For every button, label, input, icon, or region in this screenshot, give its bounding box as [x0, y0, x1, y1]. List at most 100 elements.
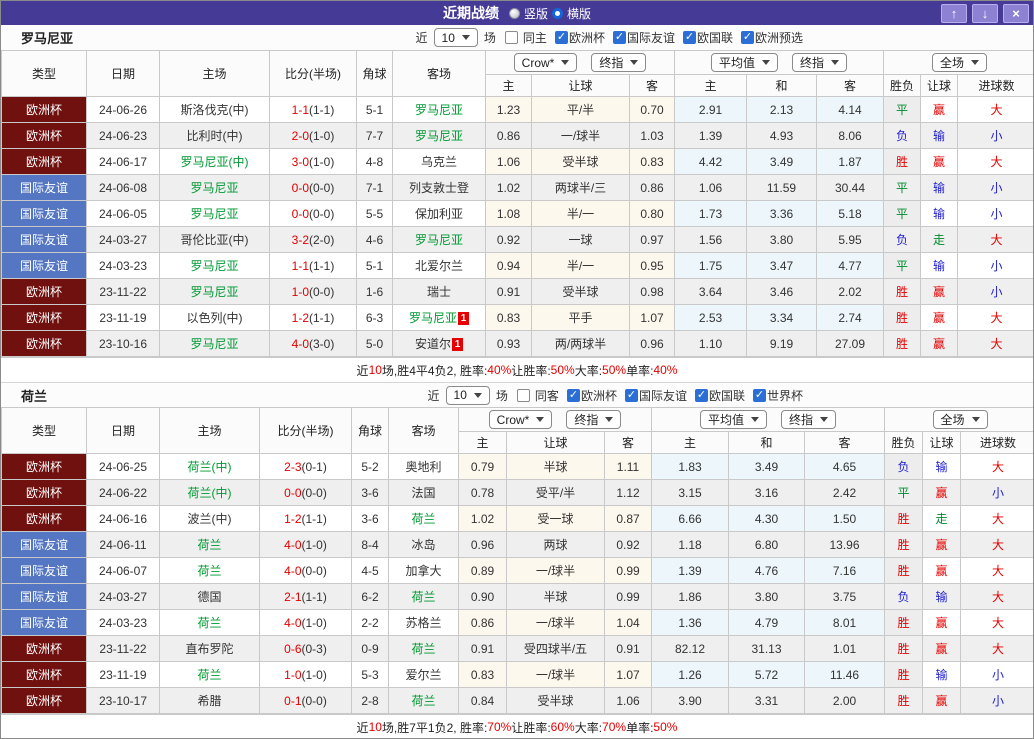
average-time-select[interactable]: 终指 — [792, 53, 848, 72]
match-type-cell: 国际友谊 — [1, 557, 87, 584]
romania-summary: 近 10 场,胜4平4负2, 胜率: 40% 让胜率: 50% 大率: 50% 单率: 40… — [1, 357, 1033, 382]
home-team-cell: 德国 — [159, 583, 260, 610]
result-wdl-cell: 胜 — [883, 148, 922, 175]
result-wdl-cell: 平 — [883, 174, 922, 201]
result-goals-cell: 大 — [960, 609, 1033, 636]
horizontal-layout-radio[interactable] — [552, 7, 563, 19]
subcol-home-odds: 主 — [485, 74, 532, 97]
away-team-cell: 北爱尔兰 — [392, 252, 486, 279]
match-row: 欧洲杯 24-06-16 波兰(中) 1-2(1-1) 3-6 荷兰 1.02 受一球 0.87… — [1, 505, 1033, 532]
average-select[interactable]: 平均值 — [699, 410, 767, 429]
odds-time-select[interactable]: 终指 — [591, 53, 647, 72]
handicap-line-cell: 一/球半 — [531, 122, 630, 149]
chevron-down-icon — [751, 417, 759, 422]
handicap-line-cell: 平手 — [531, 304, 630, 331]
league-checkbox[interactable] — [694, 388, 708, 402]
horizontal-layout-label: 横版 — [567, 6, 592, 21]
match-type-cell: 国际友谊 — [1, 609, 87, 636]
home-odds-cell: 0.90 — [458, 583, 507, 610]
period-select-value: 全场 — [940, 56, 965, 70]
average-time-select[interactable]: 终指 — [781, 410, 837, 429]
match-type-cell: 国际友谊 — [1, 200, 87, 227]
result-handicap-cell: 输 — [922, 583, 962, 610]
match-type-cell: 欧洲杯 — [1, 661, 87, 688]
result-handicap-cell: 赢 — [920, 330, 959, 357]
result-goals-cell: 小 — [957, 200, 1033, 227]
average-time-select-value: 终指 — [789, 413, 814, 427]
league-checkbox[interactable] — [752, 388, 766, 402]
subcol-avg-away: 客 — [803, 431, 886, 454]
chevron-down-icon — [762, 60, 770, 65]
same-home-checkbox[interactable] — [504, 31, 518, 44]
avg-draw-cell: 3.49 — [746, 148, 817, 175]
avg-draw-cell: 4.30 — [728, 505, 805, 532]
match-row: 欧洲杯 24-06-23 比利时(中) 2-0(1-0) 7-7 罗马尼亚 0.86 一/球半… — [1, 122, 1033, 149]
handicap-line-cell: 两/两球半 — [531, 330, 630, 357]
handicap-line-cell: 半球 — [506, 583, 605, 610]
subcol-home-odds: 主 — [458, 431, 507, 454]
avg-home-cell: 1.26 — [651, 661, 729, 688]
match-date-cell: 24-06-16 — [86, 505, 160, 532]
handicap-line-cell: 平/半 — [531, 96, 630, 123]
handicap-line-cell: 一球 — [531, 226, 630, 253]
away-odds-cell: 0.92 — [604, 531, 652, 558]
period-select[interactable]: 全场 — [932, 53, 988, 72]
vertical-layout-radio[interactable] — [508, 7, 520, 19]
column-header-away: 客场 — [388, 407, 459, 454]
avg-home-cell: 1.18 — [651, 531, 729, 558]
handicap-line-cell: 受半球 — [506, 687, 605, 714]
avg-draw-cell: 31.13 — [728, 635, 805, 662]
match-type-cell: 欧洲杯 — [1, 505, 87, 532]
result-wdl-cell: 胜 — [884, 635, 924, 662]
summary-segment: 50% — [602, 363, 627, 377]
away-odds-cell: 0.80 — [629, 200, 675, 227]
league-checkbox[interactable] — [566, 388, 580, 402]
league-label: 国际友谊 — [638, 388, 687, 403]
home-team-cell: 直布罗陀 — [159, 635, 260, 662]
match-date-cell: 24-06-22 — [86, 479, 160, 506]
move-up-button[interactable]: ↑ — [941, 3, 967, 23]
away-team-cell: 保加利亚 — [392, 200, 486, 227]
league-checkbox[interactable] — [554, 31, 568, 44]
section-bar-romania: 罗马尼亚 近 10 场 同主 欧洲杯 国际友谊 欧国联 欧洲预选 — [1, 25, 1033, 50]
handicap-line-cell: 受平/半 — [506, 479, 605, 506]
avg-away-cell: 3.75 — [803, 583, 886, 610]
games-count-select[interactable]: 10 — [445, 385, 490, 405]
column-header-date: 日期 — [86, 407, 160, 454]
corner-cell: 5-2 — [351, 453, 389, 480]
games-count-select[interactable]: 10 — [433, 28, 478, 47]
result-handicap-cell: 输 — [922, 661, 962, 688]
move-down-button[interactable]: ↓ — [972, 3, 998, 23]
period-select[interactable]: 全场 — [932, 410, 988, 429]
avg-draw-cell: 9.19 — [746, 330, 817, 357]
bookmaker-select[interactable]: Crow* — [488, 410, 553, 429]
away-odds-cell: 0.95 — [629, 252, 675, 279]
subcol-away-odds: 客 — [604, 431, 652, 454]
bookmaker-select[interactable]: Crow* — [513, 53, 578, 72]
handicap-line-cell: 一/球半 — [506, 661, 605, 688]
average-select[interactable]: 平均值 — [710, 53, 778, 72]
home-team-cell: 罗马尼亚 — [159, 200, 270, 227]
corner-cell: 4-8 — [356, 148, 393, 175]
league-checkbox[interactable] — [682, 31, 696, 44]
home-odds-cell: 0.89 — [458, 557, 507, 584]
same-away-checkbox[interactable] — [516, 388, 530, 402]
home-odds-cell: 1.23 — [485, 96, 532, 123]
league-checkbox[interactable] — [612, 31, 626, 44]
avg-away-cell: 2.74 — [815, 304, 885, 331]
chevron-down-icon — [831, 60, 840, 65]
games-label: 场 — [495, 388, 508, 403]
match-date-cell: 24-06-05 — [86, 200, 160, 227]
odds-time-select[interactable]: 终指 — [566, 410, 622, 429]
league-checkbox[interactable] — [624, 388, 638, 402]
close-button[interactable]: × — [1003, 3, 1029, 23]
league-checkbox[interactable] — [740, 31, 754, 44]
result-goals-cell: 大 — [960, 453, 1033, 480]
netherlands-results-table: 类型 日期 主场 比分(半场) 角球 客场 Crow* 终指 平均值 终指 全场… — [1, 407, 1033, 714]
result-wdl-cell: 胜 — [884, 687, 924, 714]
corner-cell: 3-6 — [351, 479, 389, 506]
chevron-down-icon — [461, 35, 470, 40]
match-date-cell: 24-06-08 — [86, 174, 160, 201]
home-odds-cell: 0.93 — [485, 330, 532, 357]
handicap-line-cell: 受半球 — [531, 278, 630, 305]
